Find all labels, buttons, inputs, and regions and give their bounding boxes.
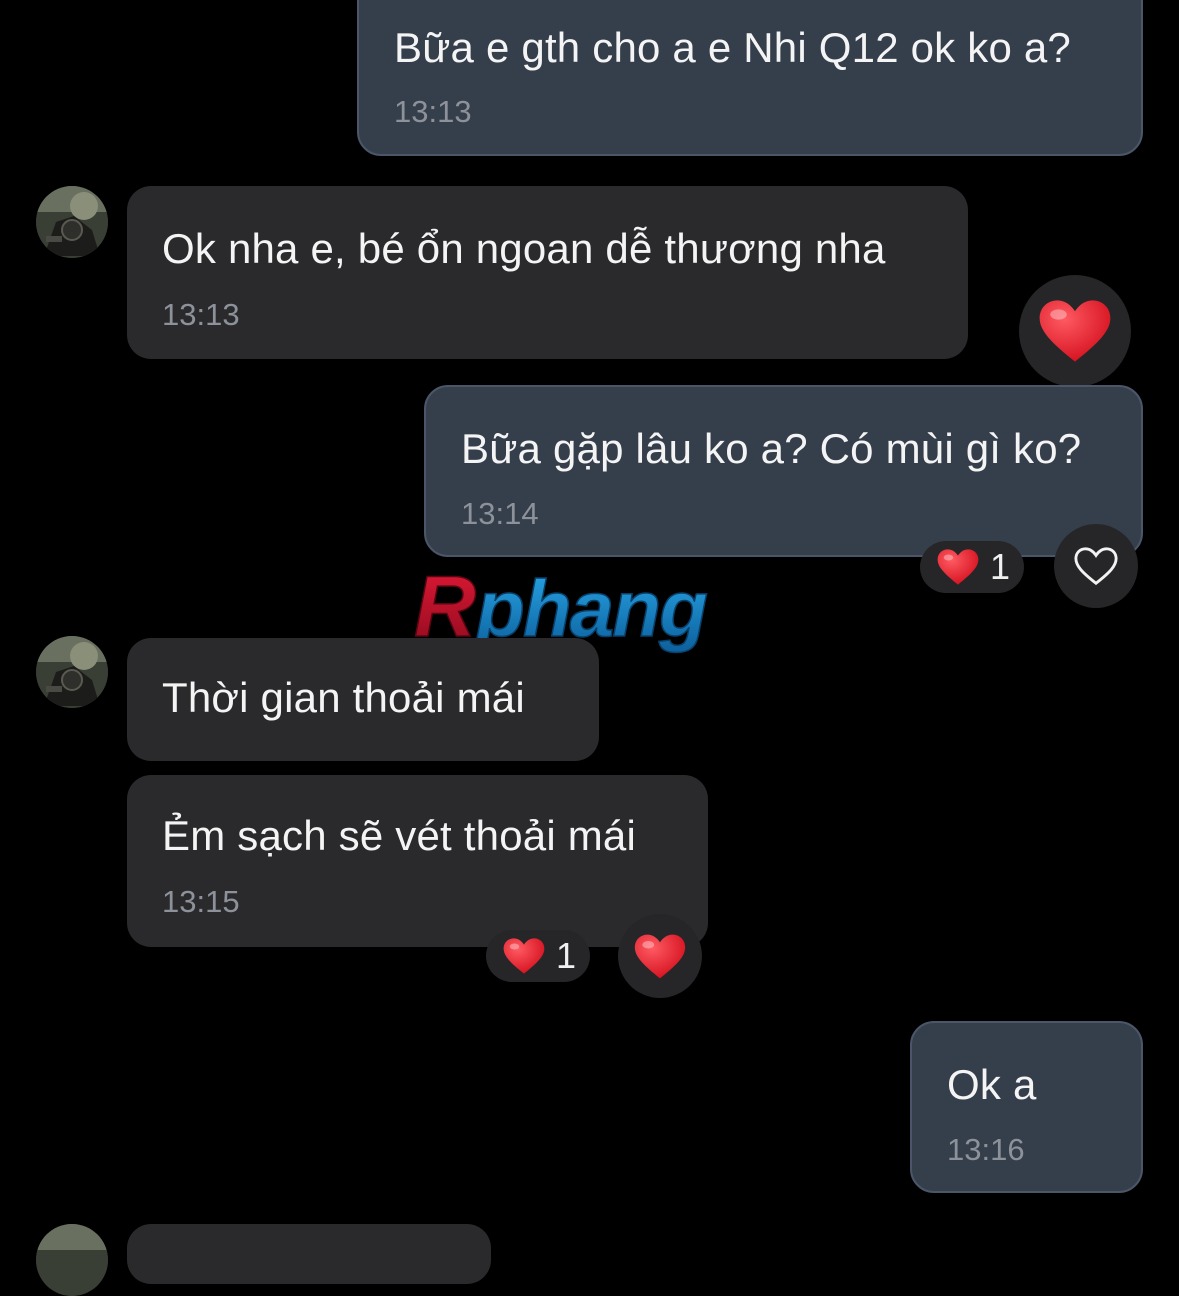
message-time: 13:16 — [947, 1132, 1025, 1167]
message-text: Bữa gặp lâu ko a? Có mùi gì ko? — [461, 425, 1082, 472]
message-text: Bữa e gth cho a e Nhi Q12 ok ko a? — [394, 24, 1071, 71]
reaction-count: 1 — [555, 935, 576, 976]
message-time: 13:13 — [162, 297, 240, 332]
message-bubble-outgoing[interactable]: Bữa gặp lâu ko a? Có mùi gì ko? 13:14 — [424, 385, 1143, 557]
contact-avatar[interactable] — [36, 1224, 108, 1296]
heart-emoji-icon — [503, 938, 545, 974]
message-text: Thời gian thoải mái — [162, 674, 525, 721]
react-button[interactable] — [1054, 524, 1138, 608]
contact-avatar[interactable] — [36, 186, 108, 258]
message-bubble-incoming[interactable] — [127, 1224, 491, 1284]
message-time: 13:14 — [461, 496, 539, 531]
heart-outline-icon — [1074, 547, 1118, 586]
message-time: 13:15 — [162, 884, 240, 919]
message-text: Ẻm sạch sẽ vét thoải mái — [162, 812, 636, 859]
reaction-count-pill[interactable]: 1 — [486, 930, 590, 982]
message-reaction[interactable] — [618, 914, 702, 998]
message-reaction[interactable] — [1019, 275, 1131, 387]
heart-emoji-icon — [634, 934, 686, 978]
message-bubble-outgoing[interactable]: Bữa e gth cho a e Nhi Q12 ok ko a? 13:13 — [357, 0, 1143, 156]
message-text: Ok nha e, bé ổn ngoan dễ thương nha — [162, 225, 886, 272]
contact-avatar[interactable] — [36, 636, 108, 708]
message-time: 13:13 — [394, 94, 472, 129]
message-bubble-incoming[interactable]: Ẻm sạch sẽ vét thoải mái 13:15 — [127, 775, 708, 947]
reaction-count: 1 — [989, 546, 1010, 587]
message-text: Ok a — [947, 1061, 1037, 1108]
reaction-count-pill[interactable]: 1 — [920, 541, 1024, 593]
heart-emoji-icon — [937, 549, 979, 585]
message-bubble-outgoing[interactable]: Ok a 13:16 — [910, 1021, 1143, 1193]
heart-emoji-icon — [1039, 300, 1111, 362]
message-bubble-incoming[interactable]: Thời gian thoải mái — [127, 638, 599, 761]
message-bubble-incoming[interactable]: Ok nha e, bé ổn ngoan dễ thương nha 13:1… — [127, 186, 968, 359]
